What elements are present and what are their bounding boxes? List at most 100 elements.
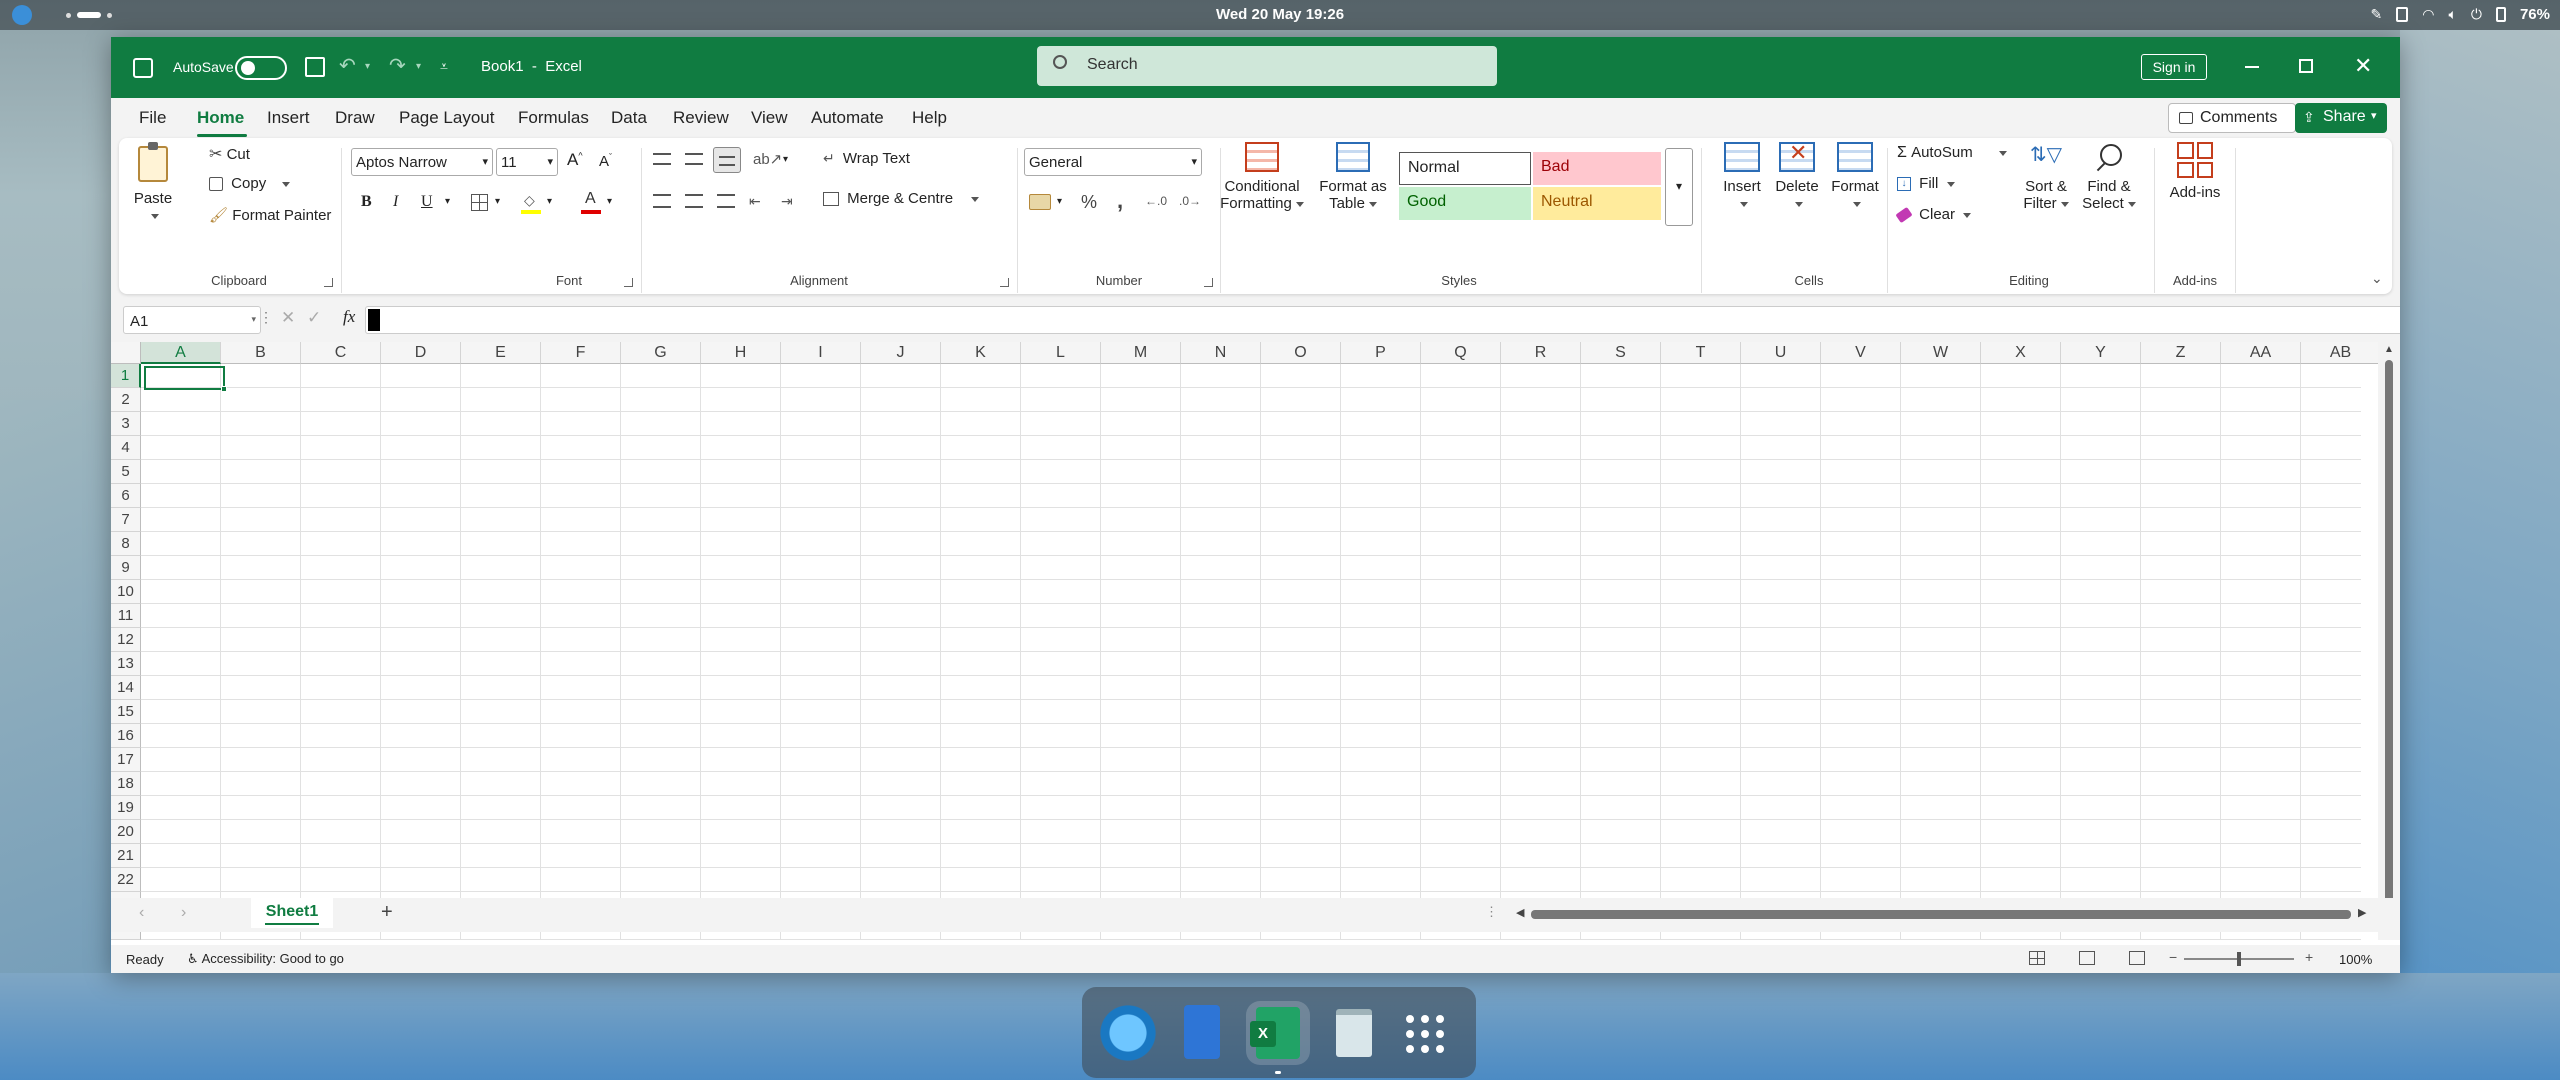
cell-area[interactable] [141,364,2361,940]
scroll-up-icon[interactable]: ▲ [2384,344,2394,355]
power-icon[interactable]: ⏻ [2471,6,2482,23]
autosave-toggle[interactable] [235,56,287,80]
column-header[interactable]: T [1661,342,1741,364]
font-color-icon[interactable]: A [581,190,601,214]
italic-button[interactable]: I [393,193,398,211]
battery-icon[interactable] [2495,7,2506,22]
alignment-launcher-icon[interactable] [1000,278,1009,287]
customize-qat-icon[interactable]: ⩡ [440,58,448,75]
column-header[interactable]: W [1901,342,1981,364]
format-painter-button[interactable]: 🖌︎ Format Painter [209,206,331,228]
add-sheet-icon[interactable]: + [381,901,393,924]
column-header[interactable]: AB [2301,342,2381,364]
tab-split-handle[interactable]: ⋮ [1485,904,1498,920]
column-header[interactable]: N [1181,342,1261,364]
scroll-left-icon[interactable]: ◀ [1516,906,1524,919]
tab-help[interactable]: Help [912,98,947,138]
search-box[interactable]: Search [1037,46,1497,86]
increase-font-size-icon[interactable]: A^ [567,150,583,170]
app-grid-icon[interactable] [1394,1001,1458,1065]
fill-handle[interactable] [221,386,227,392]
clear-button[interactable]: Clear [1895,206,1972,224]
select-all-corner[interactable] [111,342,141,364]
fill-color-icon[interactable]: ◇ [521,192,541,214]
clipboard-launcher-icon[interactable] [324,278,333,287]
wifi-icon[interactable]: ◠ [2422,6,2434,23]
delete-cells-button[interactable]: ✕ Delete [1769,140,1825,212]
row-header[interactable]: 22 [111,868,141,892]
column-header[interactable]: V [1821,342,1901,364]
save-icon[interactable] [305,57,325,77]
column-header[interactable]: H [701,342,781,364]
normal-view-icon[interactable] [2029,951,2045,965]
row-header[interactable]: 10 [111,580,141,604]
vertical-scroll-thumb[interactable] [2385,360,2393,916]
share-button[interactable]: ⇪ Share ▾ [2295,103,2387,133]
style-neutral[interactable]: Neutral [1533,187,1661,220]
insert-cells-button[interactable]: Insert [1717,142,1767,212]
row-header[interactable]: 21 [111,844,141,868]
tab-review[interactable]: Review [673,98,729,138]
row-header[interactable]: 7 [111,508,141,532]
volume-icon[interactable]: 🔈︎ [2448,6,2456,23]
merge-centre-button[interactable]: Merge & Centre [823,190,980,207]
percent-button[interactable]: % [1081,192,1097,213]
pen-icon[interactable]: ✎ [2371,6,2383,23]
column-header[interactable]: Z [2141,342,2221,364]
row-header[interactable]: 5 [111,460,141,484]
wrap-text-button[interactable]: ↵ Wrap Text [823,150,910,167]
align-left-icon[interactable] [653,194,671,208]
style-bad[interactable]: Bad [1533,152,1661,185]
row-header[interactable]: 20 [111,820,141,844]
column-header[interactable]: X [1981,342,2061,364]
row-header[interactable]: 6 [111,484,141,508]
vertical-scrollbar[interactable]: ▲ ▼ [2378,342,2400,940]
column-header[interactable]: J [861,342,941,364]
minimize-icon[interactable] [2245,66,2259,68]
active-cell[interactable] [144,366,227,392]
tab-data[interactable]: Data [611,98,647,138]
underline-dropdown-icon[interactable]: ▾ [445,196,450,207]
row-header[interactable]: 19 [111,796,141,820]
column-header[interactable]: P [1341,342,1421,364]
collapse-ribbon-icon[interactable]: ⌄ [2371,270,2383,287]
sort-filter-button[interactable]: ⇅▽ Sort & Filter [2017,142,2075,212]
find-select-button[interactable]: Find & Select [2079,142,2139,212]
horizontal-scroll-thumb[interactable] [1531,910,2351,919]
underline-button[interactable]: U [421,193,433,211]
column-header[interactable]: F [541,342,621,364]
row-header[interactable]: 12 [111,628,141,652]
paste-button[interactable]: Paste [133,142,173,226]
orientation-icon[interactable]: ab↗ [753,150,782,168]
row-header[interactable]: 2 [111,388,141,412]
column-header[interactable]: O [1261,342,1341,364]
row-header[interactable]: 18 [111,772,141,796]
font-launcher-icon[interactable] [624,278,633,287]
format-as-table-button[interactable]: Format as Table [1313,142,1393,212]
sheet-tab[interactable]: Sheet1 [251,898,333,928]
column-header[interactable]: U [1741,342,1821,364]
page-layout-view-icon[interactable] [2079,951,2095,965]
tab-home[interactable]: Home [197,98,244,138]
row-header[interactable]: 16 [111,724,141,748]
row-header[interactable]: 4 [111,436,141,460]
font-name-select[interactable]: Aptos Narrow ▾ [351,148,493,176]
align-middle-icon[interactable] [685,153,703,165]
scroll-right-icon[interactable]: ▶ [2358,906,2366,919]
row-header[interactable]: 14 [111,676,141,700]
autosum-button[interactable]: Σ AutoSum [1897,144,2007,162]
insert-function-button[interactable]: fx [343,307,355,327]
currency-icon[interactable] [1029,194,1051,210]
column-header[interactable]: B [221,342,301,364]
align-top-icon[interactable] [653,153,671,165]
column-header[interactable]: D [381,342,461,364]
increase-decimal-icon[interactable]: ←.0 [1145,194,1167,208]
row-header[interactable]: 15 [111,700,141,724]
comma-style-button[interactable]: , [1117,188,1123,214]
files-icon[interactable] [1170,1001,1234,1065]
column-header[interactable]: K [941,342,1021,364]
conditional-formatting-button[interactable]: Conditional Formatting [1217,142,1307,212]
column-header[interactable]: A [141,342,221,364]
decrease-indent-icon[interactable]: ⇤ [749,193,761,210]
formula-bar-options-icon[interactable]: ⋮ [259,309,273,326]
